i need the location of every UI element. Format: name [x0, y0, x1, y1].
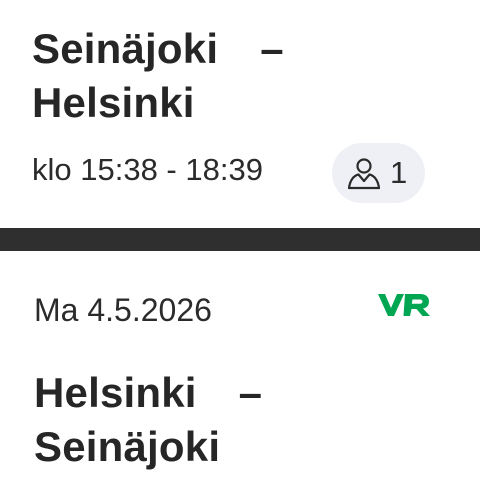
route-separator: –	[260, 25, 284, 72]
passenger-count: 1	[390, 155, 408, 190]
ticket-card[interactable]: Seinäjoki – Helsinki klo 15:38 - 18:39 1	[0, 0, 480, 228]
route-title: Seinäjoki – Helsinki	[32, 22, 452, 130]
route-origin: Helsinki	[34, 369, 197, 416]
route-line-1: Helsinki –	[34, 366, 454, 420]
route-separator: –	[238, 369, 263, 416]
person-outline-icon	[347, 158, 381, 190]
travel-date: Ma 4.5.2026	[34, 292, 212, 328]
vr-logo-icon	[378, 294, 430, 316]
departure-time: klo 15:38 - 18:39	[32, 152, 263, 187]
card-divider	[0, 228, 480, 251]
ticket-list: Seinäjoki – Helsinki klo 15:38 - 18:39 1 …	[0, 0, 480, 480]
passenger-count-badge: 1	[332, 143, 425, 203]
ticket-card[interactable]: Ma 4.5.2026 Helsinki – Seinäjoki	[0, 251, 480, 480]
route-destination: Helsinki	[32, 79, 195, 126]
route-destination: Seinäjoki	[34, 423, 221, 470]
route-origin: Seinäjoki	[32, 25, 219, 72]
route-line-1: Seinäjoki –	[32, 22, 452, 76]
route-title: Helsinki – Seinäjoki	[34, 366, 454, 474]
